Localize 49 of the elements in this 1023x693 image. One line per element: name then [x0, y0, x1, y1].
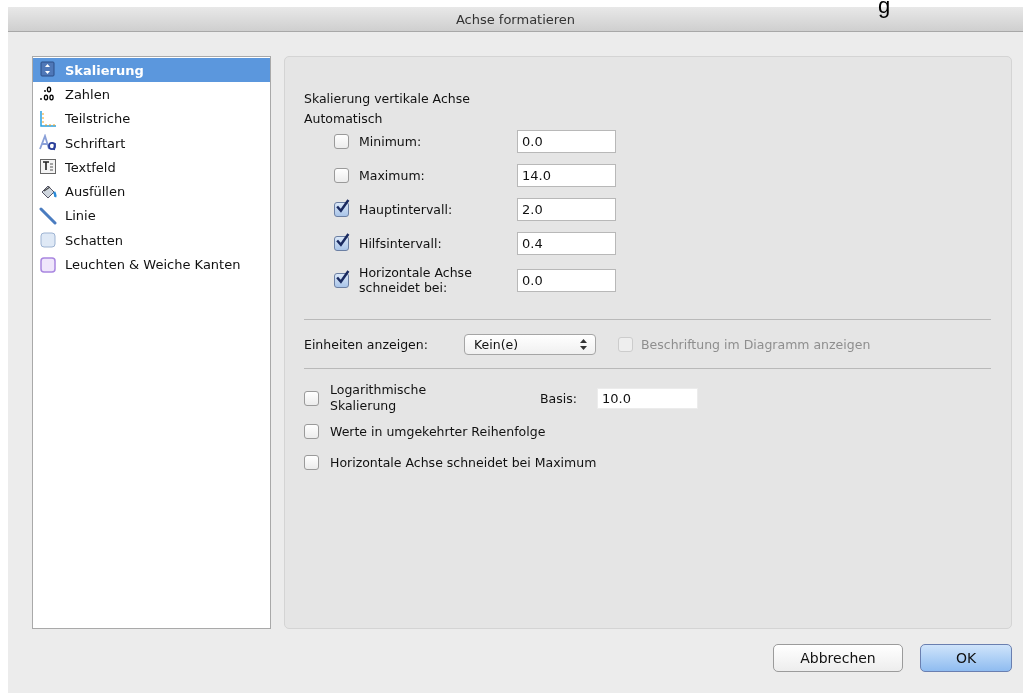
checkbox-label: Horizontale Achse schneidet bei Maximum — [330, 455, 597, 470]
square-icon — [39, 231, 57, 250]
checkbox[interactable] — [334, 272, 349, 288]
input-field[interactable]: 14.0 — [517, 164, 616, 187]
checkbox-label: Logarithmische Skalierung — [330, 382, 428, 414]
sidebar-item[interactable]: Textfeld — [33, 155, 270, 180]
cancel-button[interactable]: Abbrechen — [773, 644, 903, 672]
decimal-numbers-icon — [39, 85, 57, 104]
field-label: Hauptintervall: — [359, 202, 454, 217]
sidebar-item[interactable]: Ausfüllen — [33, 179, 270, 204]
checkbox[interactable] — [334, 168, 349, 183]
field-label: Basis: — [540, 390, 578, 406]
window-title: Achse formatieren — [455, 11, 576, 27]
scale-icon — [39, 61, 57, 80]
input-field[interactable]: 2.0 — [517, 198, 616, 221]
input-field[interactable]: 0.0 — [517, 268, 616, 292]
sidebar-item[interactable]: Teilstriche — [33, 106, 270, 131]
sidebar-item[interactable]: Leuchten & Weiche Kanten — [33, 252, 270, 277]
section-label: Automatisch — [304, 111, 384, 128]
updown-arrows-icon — [580, 338, 587, 350]
checkbox[interactable] — [334, 134, 349, 149]
ok-button[interactable]: OK — [920, 644, 1012, 672]
checkbox[interactable] — [304, 424, 319, 439]
sidebar-item[interactable]: Schatten — [33, 228, 270, 253]
section-heading: Skalierung vertikale Achse — [304, 91, 471, 108]
input-field[interactable]: 0.4 — [517, 232, 616, 255]
checkbox[interactable] — [334, 202, 349, 217]
checkbox-label: Werte in umgekehrter Reihenfolge — [330, 424, 546, 439]
field-label: Minimum: — [359, 134, 423, 149]
input-field[interactable]: 0.0 — [517, 130, 616, 153]
sidebar-item[interactable]: Linie — [33, 203, 270, 229]
input-field[interactable]: 10.0 — [597, 387, 698, 409]
sidebar-item[interactable]: Zahlen — [33, 82, 270, 107]
square-icon — [39, 255, 57, 274]
checkbox-label: Beschriftung im Diagramm anzeigen — [641, 336, 871, 352]
checkbox[interactable] — [304, 390, 319, 406]
checkbox[interactable] — [304, 455, 319, 470]
field-label: Hilfsintervall: — [359, 236, 443, 251]
field-label: Horizontale Achse schneidet bei: — [359, 265, 473, 295]
checkbox[interactable] — [334, 236, 349, 251]
field-label: Maximum: — [359, 168, 426, 183]
axis-ticks-icon — [39, 109, 57, 128]
background-text: g — [878, 0, 891, 17]
field-label: Einheiten anzeigen: — [304, 336, 429, 352]
sidebar-item[interactable]: Schriftart — [33, 130, 270, 156]
font-icon — [39, 134, 57, 153]
units-dropdown[interactable]: Kein(e) — [464, 333, 596, 355]
line-icon — [39, 206, 57, 225]
text-box-icon — [39, 158, 57, 177]
